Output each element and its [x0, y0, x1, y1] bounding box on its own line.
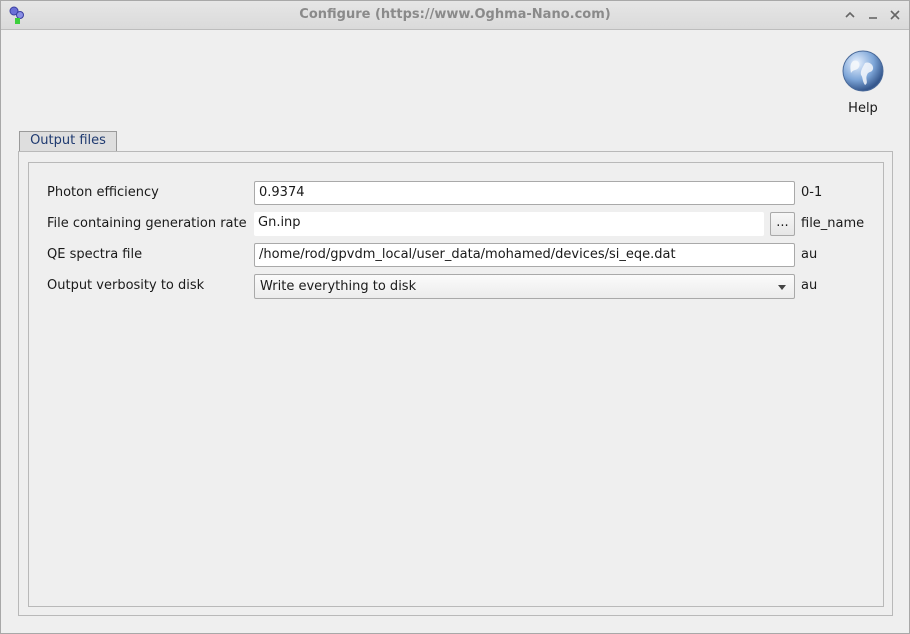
qe-spectra-file-unit: au: [801, 247, 818, 262]
help-label: Help: [848, 101, 878, 116]
generation-rate-file-unit: file_name: [801, 216, 865, 231]
output-verbosity-value: Write everything to disk: [260, 279, 417, 294]
generation-rate-file-input[interactable]: Gn.inp: [254, 212, 764, 236]
globe-icon: [842, 50, 884, 92]
chevron-up-icon[interactable]: [842, 7, 858, 23]
photon-efficiency-unit: 0-1: [801, 185, 823, 200]
qe-spectra-file-label: QE spectra file: [47, 247, 143, 262]
close-icon[interactable]: [887, 7, 903, 23]
help-button[interactable]: Help: [837, 49, 889, 116]
minimize-icon[interactable]: [865, 7, 881, 23]
configure-window: Configure (https://www.Oghma-Nano.com) H…: [0, 0, 910, 634]
photon-efficiency-label: Photon efficiency: [47, 185, 159, 200]
photon-efficiency-input[interactable]: 0.9374: [254, 181, 795, 205]
qe-spectra-file-input[interactable]: /home/rod/gpvdm_local/user_data/mohamed/…: [254, 243, 795, 267]
generation-rate-file-label: File containing generation rate: [47, 216, 247, 231]
output-verbosity-label: Output verbosity to disk: [47, 278, 205, 293]
browse-button[interactable]: ...: [770, 212, 795, 236]
title-bar[interactable]: Configure (https://www.Oghma-Nano.com): [1, 1, 909, 30]
chevron-down-icon: [778, 285, 786, 290]
window-title: Configure (https://www.Oghma-Nano.com): [299, 7, 611, 22]
output-verbosity-unit: au: [801, 278, 818, 293]
output-verbosity-select[interactable]: Write everything to disk: [254, 274, 795, 299]
